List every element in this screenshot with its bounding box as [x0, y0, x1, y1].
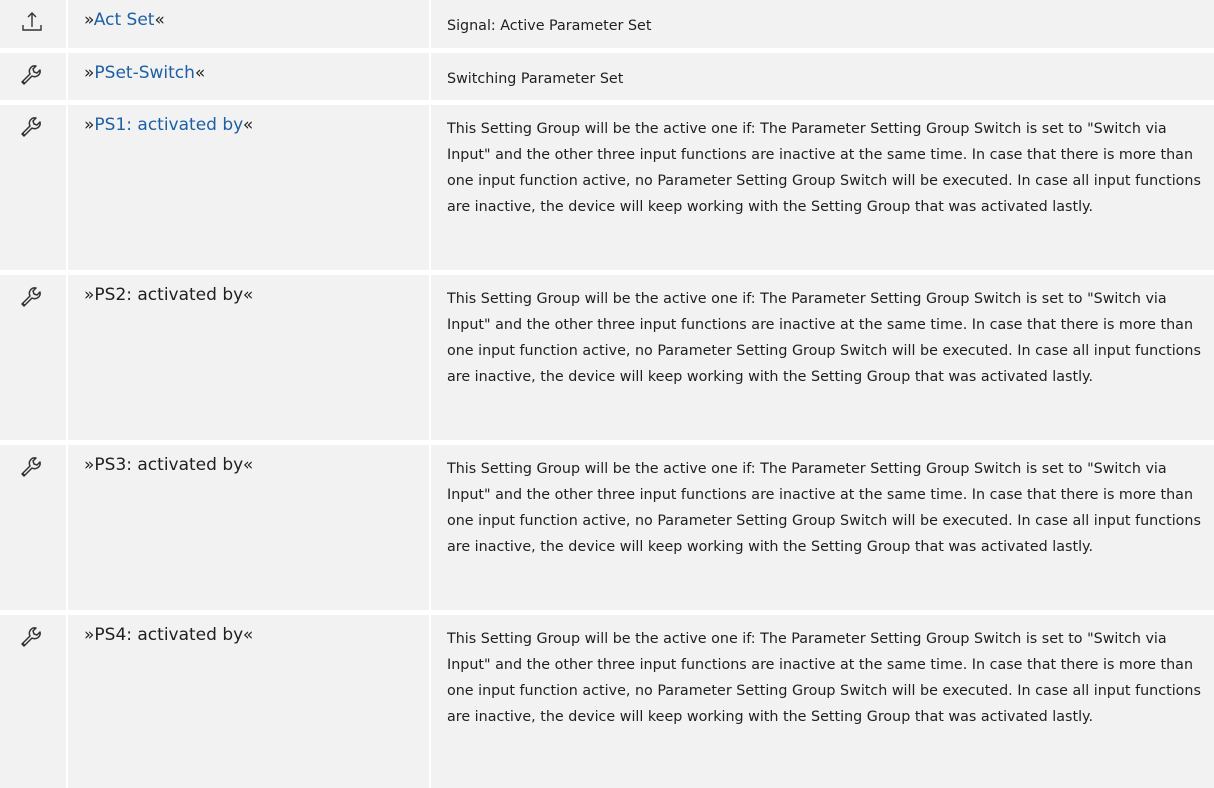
wrench-icon: [19, 61, 45, 87]
wrench-icon: [19, 623, 45, 649]
parameter-description: This Setting Group will be the active on…: [431, 105, 1214, 270]
wrench-icon: [19, 453, 45, 479]
wrench-icon: [19, 113, 45, 139]
table-row: »PS2: activated by« This Setting Group w…: [0, 275, 1214, 445]
parameter-description: Switching Parameter Set: [431, 53, 1214, 100]
upload-icon: [19, 8, 45, 34]
parameter-name: »Act Set«: [68, 0, 429, 48]
parameter-description: This Setting Group will be the active on…: [431, 445, 1214, 610]
parameter-link-pset-switch[interactable]: PSet-Switch: [94, 63, 195, 83]
table-row: »PSet-Switch« Switching Parameter Set: [0, 53, 1214, 105]
parameter-name: »PSet-Switch«: [68, 53, 429, 100]
parameter-description: This Setting Group will be the active on…: [431, 615, 1214, 788]
parameter-name: »PS2: activated by«: [68, 275, 429, 440]
parameter-name: »PS4: activated by«: [68, 615, 429, 788]
table-row: »PS4: activated by« This Setting Group w…: [0, 615, 1214, 788]
parameter-link-ps1[interactable]: PS1: activated by: [94, 115, 243, 135]
parameter-link-act-set[interactable]: Act Set: [94, 10, 155, 30]
table-row: »PS1: activated by« This Setting Group w…: [0, 105, 1214, 275]
table-row: »PS3: activated by« This Setting Group w…: [0, 445, 1214, 615]
parameter-description: Signal: Active Parameter Set: [431, 0, 1214, 48]
parameter-name: »PS3: activated by«: [68, 445, 429, 610]
table-row: »Act Set« Signal: Active Parameter Set: [0, 0, 1214, 53]
parameter-description: This Setting Group will be the active on…: [431, 275, 1214, 440]
parameter-table: »Act Set« Signal: Active Parameter Set »…: [0, 0, 1214, 788]
wrench-icon: [19, 283, 45, 309]
parameter-name: »PS1: activated by«: [68, 105, 429, 270]
